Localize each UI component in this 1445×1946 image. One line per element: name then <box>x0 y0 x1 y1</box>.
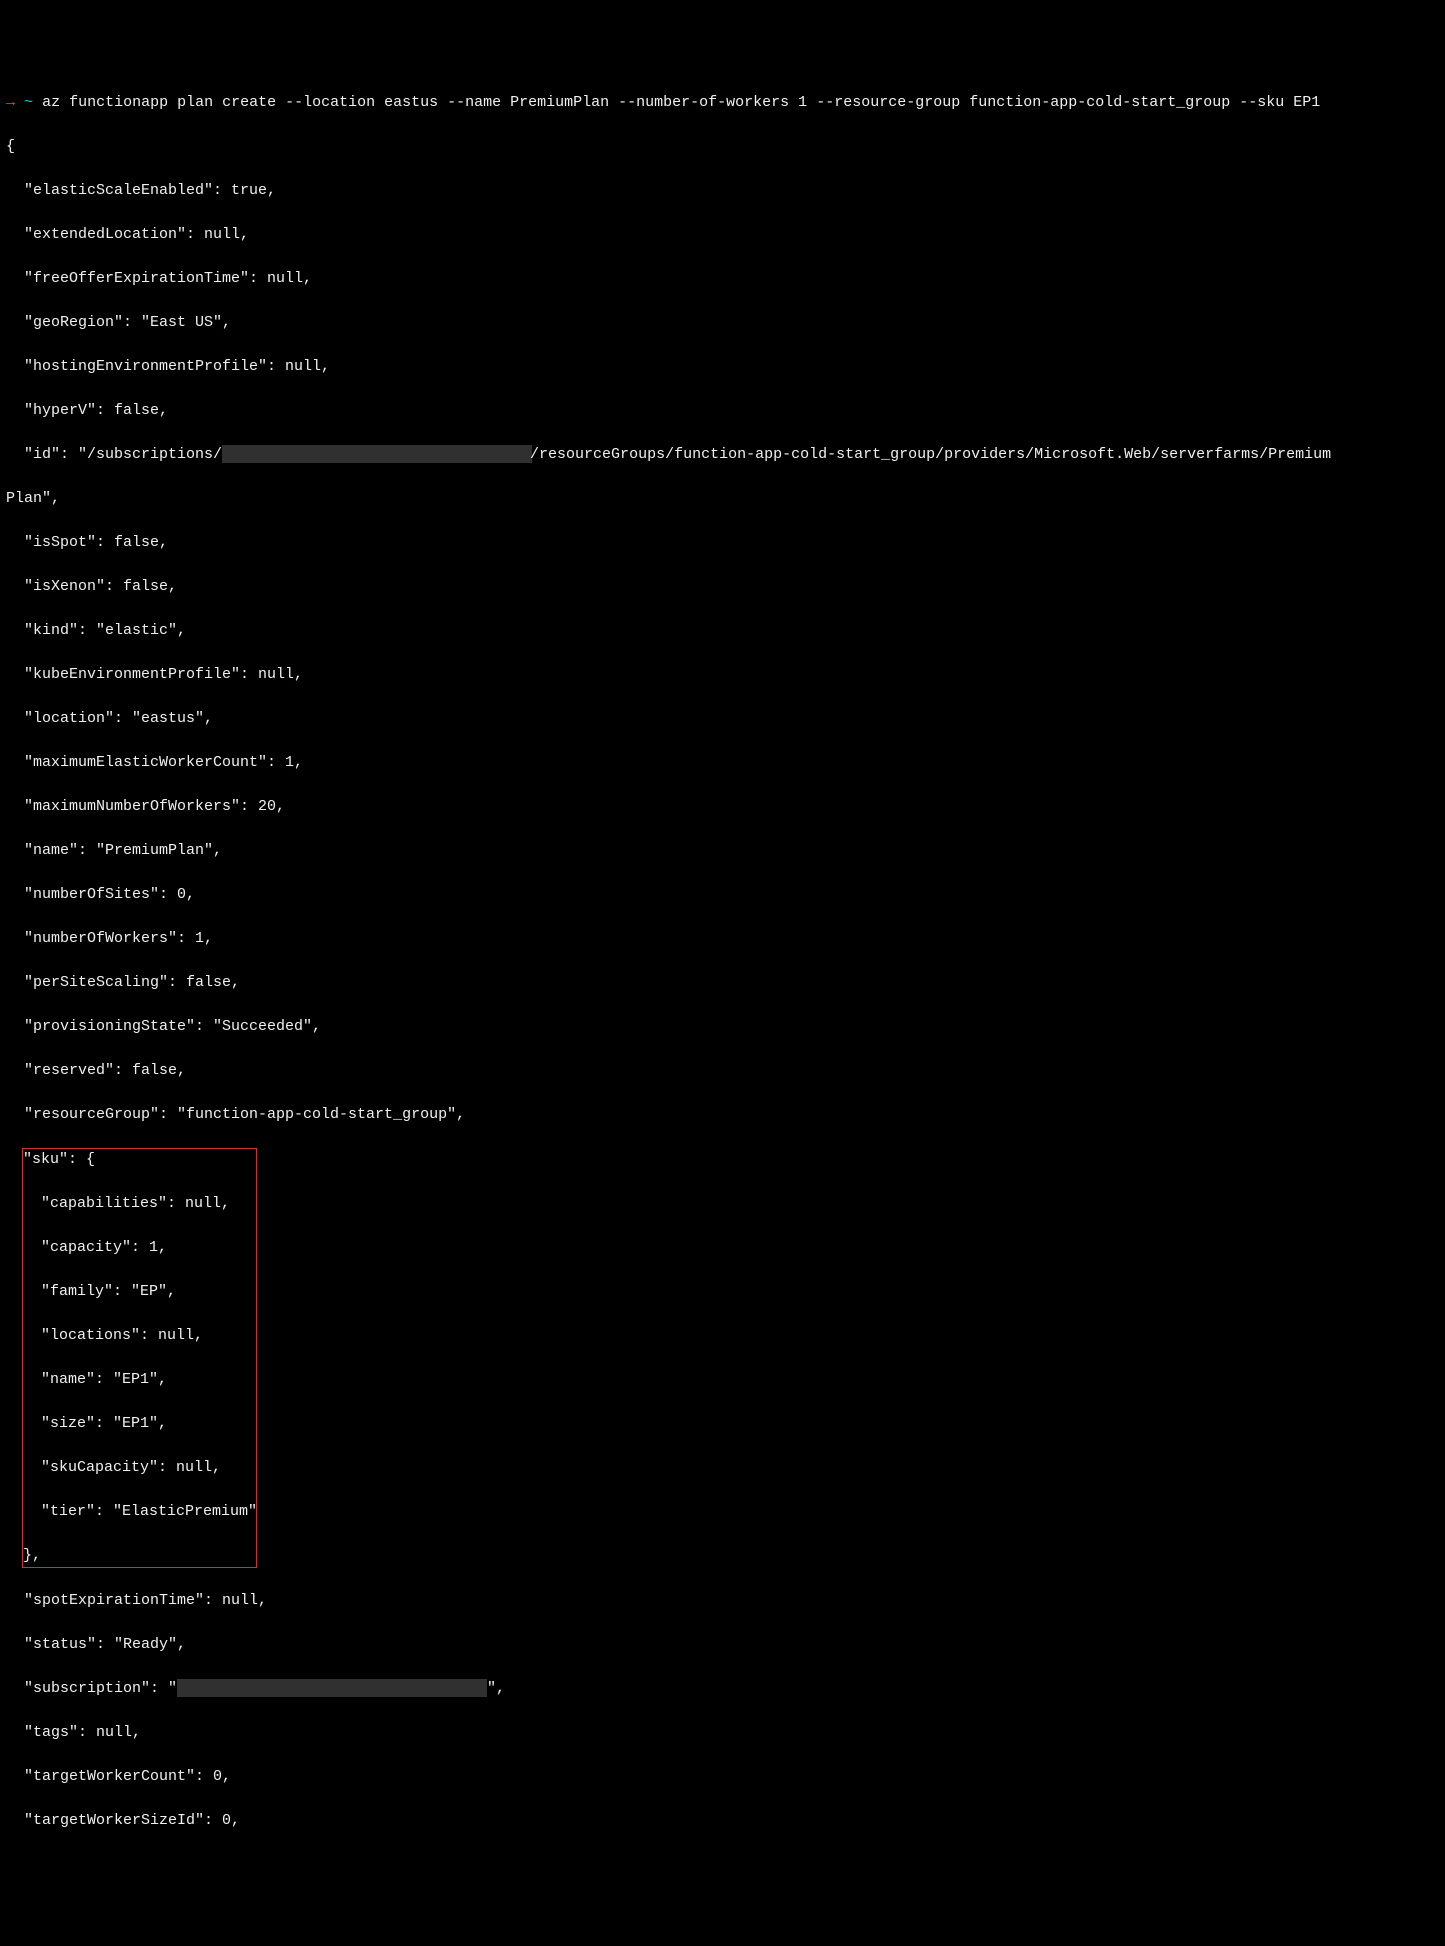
json-sku-capacity: "capacity": 1, <box>23 1237 256 1259</box>
json-sku-size: "size": "EP1", <box>23 1413 256 1435</box>
prompt-arrow-icon: → <box>6 94 15 111</box>
json-field-tags: "tags": null, <box>6 1722 1439 1744</box>
json-sku-locations: "locations": null, <box>23 1325 256 1347</box>
json-field-perSiteScaling: "perSiteScaling": false, <box>6 972 1439 994</box>
json-field-location: "location": "eastus", <box>6 708 1439 730</box>
json-sku-open: "sku": { <box>23 1149 256 1171</box>
json-sku-capabilities: "capabilities": null, <box>23 1193 256 1215</box>
json-field-resourceGroup: "resourceGroup": "function-app-cold-star… <box>6 1104 1439 1126</box>
json-field-isSpot: "isSpot": false, <box>6 532 1439 554</box>
id-prefix: "id": "/subscriptions/ <box>6 446 222 463</box>
json-field-numberOfWorkers: "numberOfWorkers": 1, <box>6 928 1439 950</box>
json-field-status: "status": "Ready", <box>6 1634 1439 1656</box>
json-sku-name: "name": "EP1", <box>23 1369 256 1391</box>
prompt-tilde: ~ <box>24 94 33 111</box>
json-field-id: "id": "/subscriptions/ /resourceGroups/fu… <box>6 444 1439 466</box>
json-field-elasticScaleEnabled: "elasticScaleEnabled": true, <box>6 180 1439 202</box>
command-text: az functionapp plan create --location ea… <box>42 94 1320 111</box>
json-field-numberOfSites: "numberOfSites": 0, <box>6 884 1439 906</box>
sku-highlight-box: "sku": { "capabilities": null, "capacity… <box>22 1148 257 1568</box>
redacted-subscription-value <box>177 1679 487 1697</box>
json-field-targetWorkerSizeId: "targetWorkerSizeId": 0, <box>6 1810 1439 1832</box>
json-field-targetWorkerCount: "targetWorkerCount": 0, <box>6 1766 1439 1788</box>
json-field-kubeEnvironmentProfile: "kubeEnvironmentProfile": null, <box>6 664 1439 686</box>
json-open-brace: { <box>6 136 1439 158</box>
json-field-kind: "kind": "elastic", <box>6 620 1439 642</box>
subscription-prefix: "subscription": " <box>6 1680 177 1697</box>
json-field-hyperV: "hyperV": false, <box>6 400 1439 422</box>
json-field-freeOfferExpirationTime: "freeOfferExpirationTime": null, <box>6 268 1439 290</box>
json-field-name: "name": "PremiumPlan", <box>6 840 1439 862</box>
id-suffix: /resourceGroups/function-app-cold-start_… <box>530 446 1331 463</box>
json-field-isXenon: "isXenon": false, <box>6 576 1439 598</box>
json-field-extendedLocation: "extendedLocation": null, <box>6 224 1439 246</box>
subscription-suffix: ", <box>487 1680 505 1697</box>
redacted-subscription-id <box>222 445 532 463</box>
json-sku-family: "family": "EP", <box>23 1281 256 1303</box>
json-field-provisioningState: "provisioningState": "Succeeded", <box>6 1016 1439 1038</box>
json-field-maximumNumberOfWorkers: "maximumNumberOfWorkers": 20, <box>6 796 1439 818</box>
command-prompt-line[interactable]: → ~ az functionapp plan create --locatio… <box>6 92 1439 114</box>
json-field-subscription: "subscription": " ", <box>6 1678 1439 1700</box>
json-field-hostingEnvironmentProfile: "hostingEnvironmentProfile": null, <box>6 356 1439 378</box>
json-field-maximumElasticWorkerCount: "maximumElasticWorkerCount": 1, <box>6 752 1439 774</box>
json-field-spotExpirationTime: "spotExpirationTime": null, <box>6 1590 1439 1612</box>
json-field-geoRegion: "geoRegion": "East US", <box>6 312 1439 334</box>
json-sku-close: }, <box>23 1547 41 1564</box>
json-sku-skuCapacity: "skuCapacity": null, <box>23 1457 256 1479</box>
json-sku-tier: "tier": "ElasticPremium" <box>23 1501 256 1523</box>
json-field-reserved: "reserved": false, <box>6 1060 1439 1082</box>
json-field-id-wrap: Plan", <box>6 488 1439 510</box>
